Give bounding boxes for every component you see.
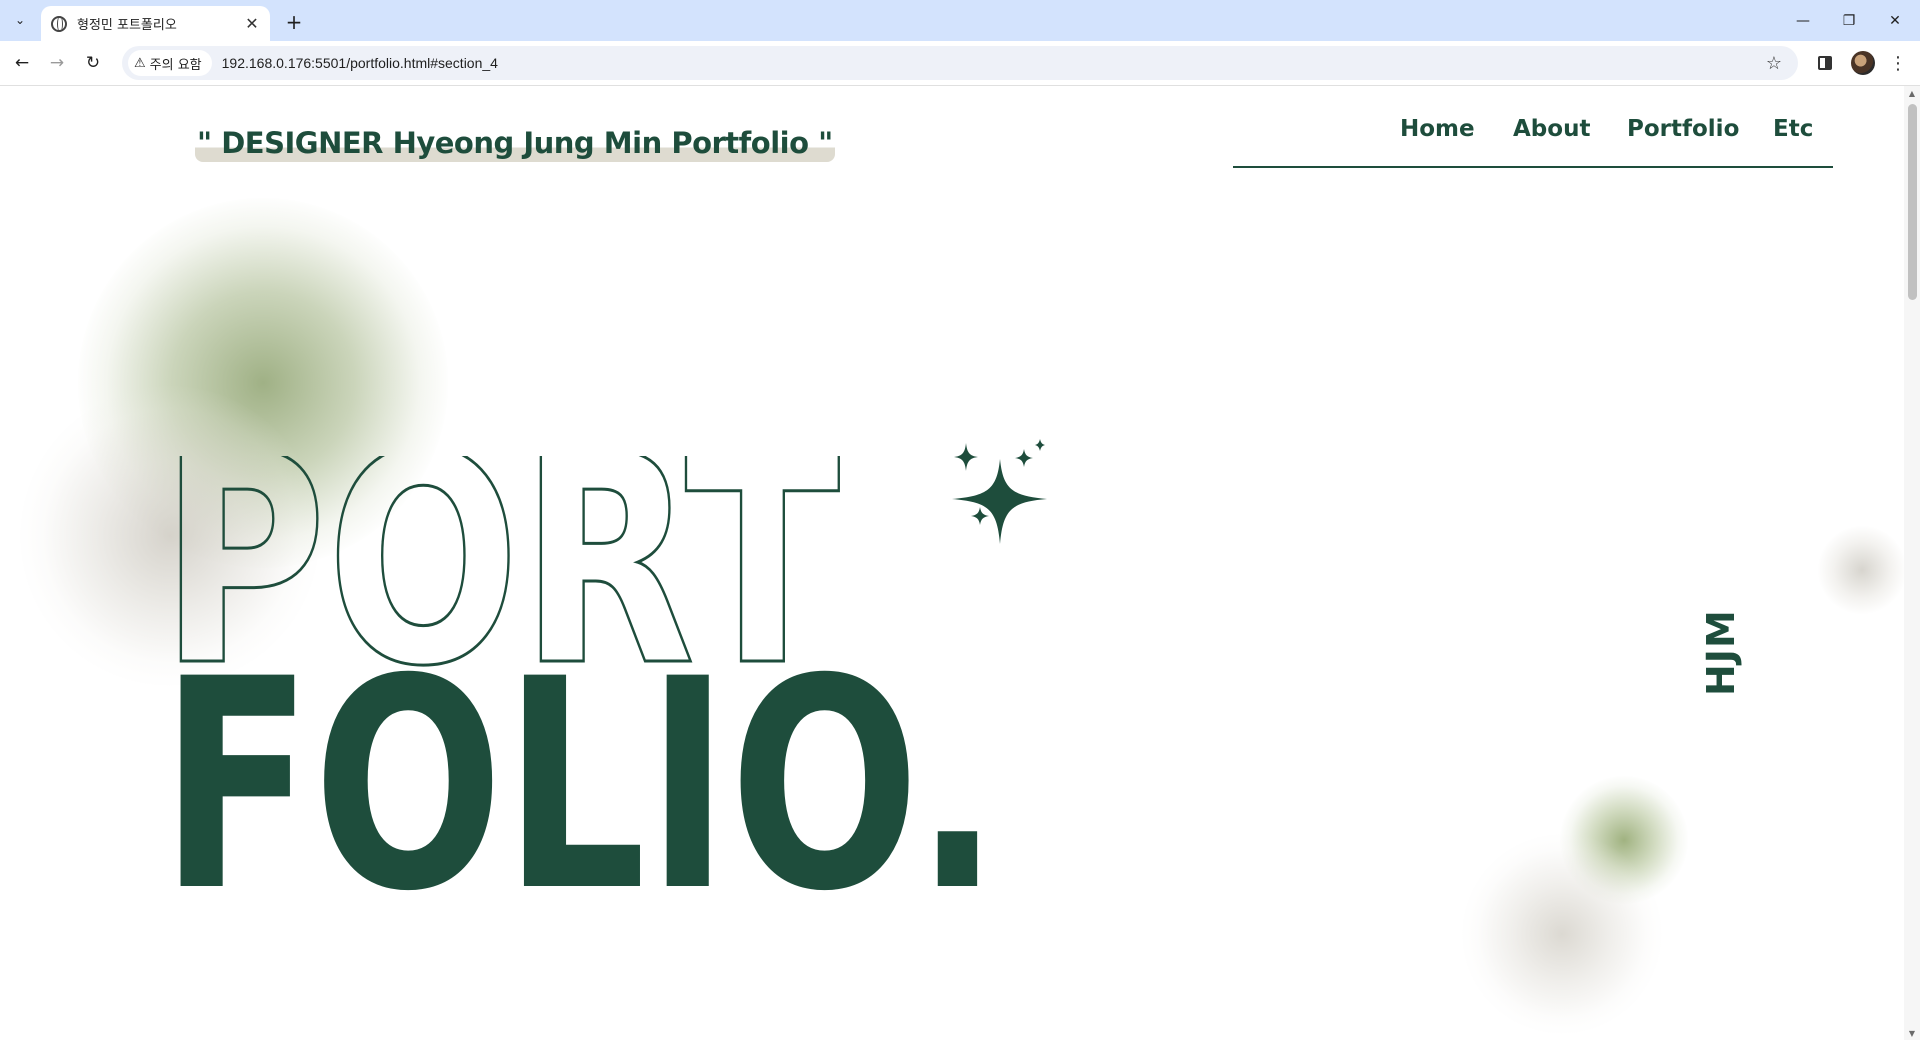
hero-filled-text: FOLIO. <box>160 618 1000 955</box>
minimize-icon[interactable]: — <box>1780 0 1826 41</box>
scroll-down-icon[interactable]: ▼ <box>1904 1026 1920 1040</box>
url-text[interactable]: 192.168.0.176:5501/portfolio.html#sectio… <box>222 55 498 71</box>
star-icon[interactable]: ☆ <box>1762 51 1786 75</box>
window-close-icon[interactable]: ✕ <box>1872 0 1918 41</box>
site-title[interactable]: " DESIGNER Hyeong Jung Min Portfolio " <box>195 126 835 162</box>
more-menu-icon[interactable]: ⋮ <box>1886 49 1910 77</box>
vertical-initials: HJM <box>1699 609 1743 696</box>
security-label: 주의 요함 <box>149 57 202 73</box>
restore-icon[interactable]: ❐ <box>1826 0 1872 41</box>
page-scrollbar[interactable]: ▲ ▼ <box>1904 86 1920 1040</box>
tab-list-icon[interactable]: ⌄ <box>8 8 32 32</box>
hero-title: PORT FOLIO. <box>160 456 1000 955</box>
globe-icon <box>51 15 67 32</box>
forward-icon[interactable]: → <box>43 49 71 77</box>
side-panel-icon[interactable] <box>1813 51 1837 75</box>
sparkle-icon <box>952 439 1047 544</box>
scroll-thumb[interactable] <box>1908 104 1917 300</box>
reload-icon[interactable]: ↻ <box>79 49 107 77</box>
decorative-beige-orb-small <box>1818 526 1906 614</box>
browser-tab[interactable]: 형정민 포트폴리오 ✕ <box>41 6 270 41</box>
back-icon[interactable]: ← <box>8 49 36 77</box>
main-nav: Home About Portfolio Etc <box>1233 86 1833 168</box>
warning-icon: ⚠ <box>134 55 146 71</box>
nav-etc[interactable]: Etc <box>1773 116 1813 142</box>
browser-toolbar: ← → ↻ ⚠ 주의 요함 192.168.0.176:5501/portfol… <box>0 41 1920 86</box>
tab-title: 형정민 포트폴리오 <box>77 18 177 33</box>
profile-avatar[interactable] <box>1851 51 1875 75</box>
decorative-beige-orb-bottom <box>1462 834 1662 1034</box>
scroll-up-icon[interactable]: ▲ <box>1904 86 1920 100</box>
browser-tab-bar: ⌄ 형정민 포트폴리오 ✕ + — ❐ ✕ <box>0 0 1920 41</box>
nav-home[interactable]: Home <box>1400 116 1475 142</box>
nav-about[interactable]: About <box>1513 116 1590 142</box>
nav-portfolio[interactable]: Portfolio <box>1627 116 1739 142</box>
security-chip[interactable]: ⚠ 주의 요함 <box>128 50 212 76</box>
close-icon[interactable]: ✕ <box>242 14 262 34</box>
address-bar[interactable]: ⚠ 주의 요함 192.168.0.176:5501/portfolio.htm… <box>122 46 1798 80</box>
new-tab-button[interactable]: + <box>280 8 308 36</box>
page-viewport: " DESIGNER Hyeong Jung Min Portfolio " H… <box>0 86 1920 1040</box>
